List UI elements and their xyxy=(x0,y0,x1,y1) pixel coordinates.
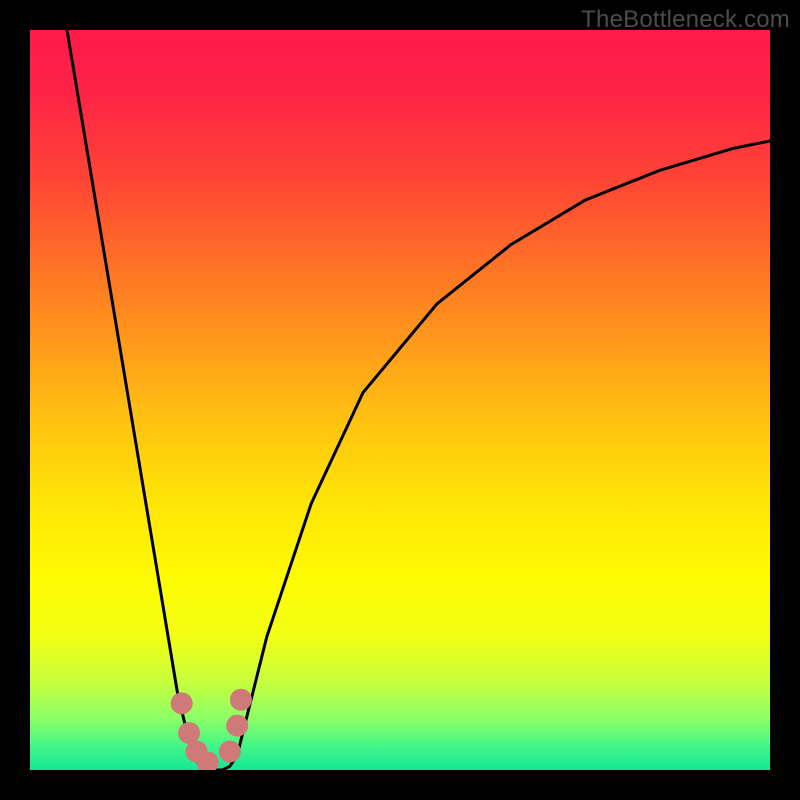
marker-dot xyxy=(230,689,252,711)
watermark-text: TheBottleneck.com xyxy=(581,6,790,34)
marker-dot xyxy=(226,715,248,737)
plot-svg xyxy=(30,30,770,770)
plot-area xyxy=(30,30,770,770)
marker-dot xyxy=(219,741,241,763)
chart-frame: TheBottleneck.com xyxy=(0,0,800,800)
marker-dot xyxy=(171,692,193,714)
gradient-background xyxy=(30,30,770,770)
